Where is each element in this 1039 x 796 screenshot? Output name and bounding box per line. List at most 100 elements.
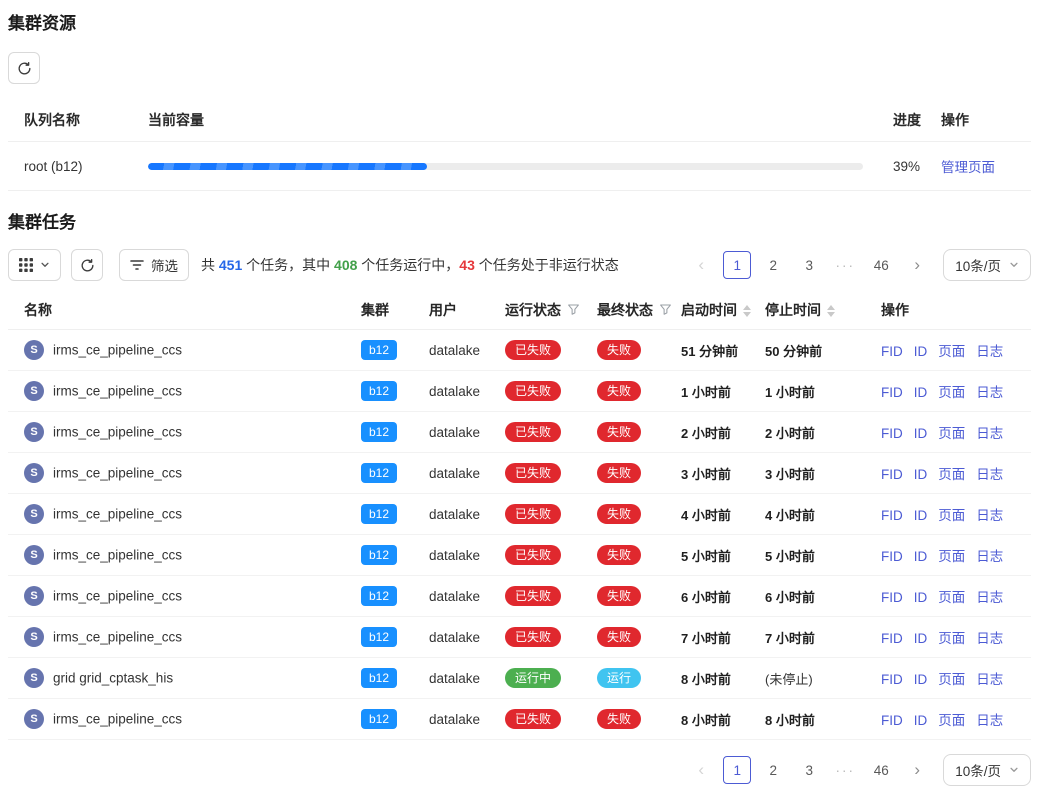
manage-page-link[interactable]: 管理页面	[941, 160, 995, 175]
page-size-select[interactable]: 10条/页	[943, 249, 1031, 281]
action-link-id[interactable]: ID	[914, 672, 928, 687]
sort-icon[interactable]	[827, 305, 835, 317]
column-header-final_status[interactable]: 最终状态	[597, 291, 681, 330]
action-link-fid[interactable]: FID	[881, 713, 903, 728]
action-link-fid[interactable]: FID	[881, 549, 903, 564]
final-status-badge: 运行	[597, 668, 641, 688]
action-link-id[interactable]: ID	[914, 590, 928, 605]
tasks-refresh-button[interactable]	[71, 249, 103, 281]
filter-icon[interactable]	[567, 303, 580, 316]
final-status-badge: 失败	[597, 627, 641, 647]
final-status-badge: 失败	[597, 381, 641, 401]
filter-button-label: 筛选	[151, 255, 178, 275]
action-link-id[interactable]: ID	[914, 508, 928, 523]
page-size-select-bottom[interactable]: 10条/页	[943, 754, 1031, 786]
stop-time: 4 小时前	[765, 508, 815, 523]
action-link-page[interactable]: 页面	[938, 713, 965, 728]
column-header-run_status[interactable]: 运行状态	[505, 291, 597, 330]
sort-icon[interactable]	[743, 305, 751, 317]
action-link-fid[interactable]: FID	[881, 426, 903, 441]
cluster-badge: b12	[361, 504, 397, 524]
action-link-log[interactable]: 日志	[976, 426, 1003, 441]
action-link-page[interactable]: 页面	[938, 385, 965, 400]
resources-refresh-button[interactable]	[8, 52, 40, 84]
start-time: 7 小时前	[681, 631, 731, 646]
progress-percent: 39%	[885, 142, 941, 191]
action-link-fid[interactable]: FID	[881, 467, 903, 482]
action-link-log[interactable]: 日志	[976, 549, 1003, 564]
action-link-log[interactable]: 日志	[976, 385, 1003, 400]
action-link-log[interactable]: 日志	[976, 631, 1003, 646]
spark-avatar-icon: S	[24, 340, 44, 360]
final-status-badge: 失败	[597, 422, 641, 442]
action-link-id[interactable]: ID	[914, 467, 928, 482]
action-link-page[interactable]: 页面	[938, 672, 965, 687]
cluster-badge: b12	[361, 709, 397, 729]
action-link-fid[interactable]: FID	[881, 385, 903, 400]
action-link-log[interactable]: 日志	[976, 713, 1003, 728]
action-link-id[interactable]: ID	[914, 344, 928, 359]
action-link-id[interactable]: ID	[914, 385, 928, 400]
action-link-id[interactable]: ID	[914, 426, 928, 441]
action-link-page[interactable]: 页面	[938, 508, 965, 523]
next-page-button[interactable]: ›	[903, 756, 931, 784]
task-name: irms_ce_pipeline_ccs	[53, 630, 182, 645]
capacity-progress-fill	[148, 163, 427, 170]
action-link-fid[interactable]: FID	[881, 508, 903, 523]
action-link-log[interactable]: 日志	[976, 467, 1003, 482]
action-link-id[interactable]: ID	[914, 631, 928, 646]
spark-avatar-icon: S	[24, 463, 44, 483]
action-link-page[interactable]: 页面	[938, 631, 965, 646]
page-button-1[interactable]: 1	[723, 251, 751, 279]
action-link-page[interactable]: 页面	[938, 426, 965, 441]
run-status-badge: 已失败	[505, 504, 561, 524]
summary-count-running: 408	[334, 257, 357, 273]
capacity-progress-bar	[148, 163, 863, 170]
grid-view-button[interactable]	[8, 249, 61, 281]
page-ellipsis: ···	[831, 251, 859, 279]
table-row: Sirms_ce_pipeline_ccsb12datalake已失败失败1 小…	[8, 371, 1031, 412]
toolbar-right: ‹123···46› 10条/页	[687, 249, 1031, 281]
run-status-badge: 已失败	[505, 422, 561, 442]
action-link-page[interactable]: 页面	[938, 590, 965, 605]
page-ellipsis: ···	[831, 756, 859, 784]
action-link-fid[interactable]: FID	[881, 631, 903, 646]
task-name: irms_ce_pipeline_ccs	[53, 507, 182, 522]
user-name: datalake	[429, 712, 480, 727]
filter-button[interactable]: 筛选	[119, 249, 189, 281]
column-header-start_time[interactable]: 启动时间	[681, 291, 765, 330]
action-link-page[interactable]: 页面	[938, 344, 965, 359]
column-label: 集群	[361, 302, 389, 318]
column-label: 停止时间	[765, 302, 821, 318]
action-link-fid[interactable]: FID	[881, 344, 903, 359]
task-name: irms_ce_pipeline_ccs	[53, 548, 182, 563]
summary-text: 个任务处于非运行状态	[475, 257, 619, 273]
action-link-log[interactable]: 日志	[976, 672, 1003, 687]
action-link-fid[interactable]: FID	[881, 590, 903, 605]
next-page-button[interactable]: ›	[903, 251, 931, 279]
action-link-log[interactable]: 日志	[976, 344, 1003, 359]
action-link-page[interactable]: 页面	[938, 549, 965, 564]
action-link-id[interactable]: ID	[914, 549, 928, 564]
action-link-fid[interactable]: FID	[881, 672, 903, 687]
page-button-46[interactable]: 46	[867, 756, 895, 784]
action-link-page[interactable]: 页面	[938, 467, 965, 482]
action-link-log[interactable]: 日志	[976, 508, 1003, 523]
cluster-badge: b12	[361, 627, 397, 647]
page-button-2[interactable]: 2	[759, 756, 787, 784]
page-button-3[interactable]: 3	[795, 251, 823, 279]
page-button-3[interactable]: 3	[795, 756, 823, 784]
action-link-log[interactable]: 日志	[976, 590, 1003, 605]
user-name: datalake	[429, 507, 480, 522]
start-time: 3 小时前	[681, 467, 731, 482]
column-header-stop_time[interactable]: 停止时间	[765, 291, 881, 330]
table-row: Sirms_ce_pipeline_ccsb12datalake已失败失败7 小…	[8, 617, 1031, 658]
page-button-1[interactable]: 1	[723, 756, 751, 784]
page-button-2[interactable]: 2	[759, 251, 787, 279]
spark-avatar-icon: S	[24, 709, 44, 729]
stop-time: 8 小时前	[765, 713, 815, 728]
filter-icon[interactable]	[659, 303, 672, 316]
stop-time: (未停止)	[765, 672, 813, 687]
action-link-id[interactable]: ID	[914, 713, 928, 728]
page-button-46[interactable]: 46	[867, 251, 895, 279]
